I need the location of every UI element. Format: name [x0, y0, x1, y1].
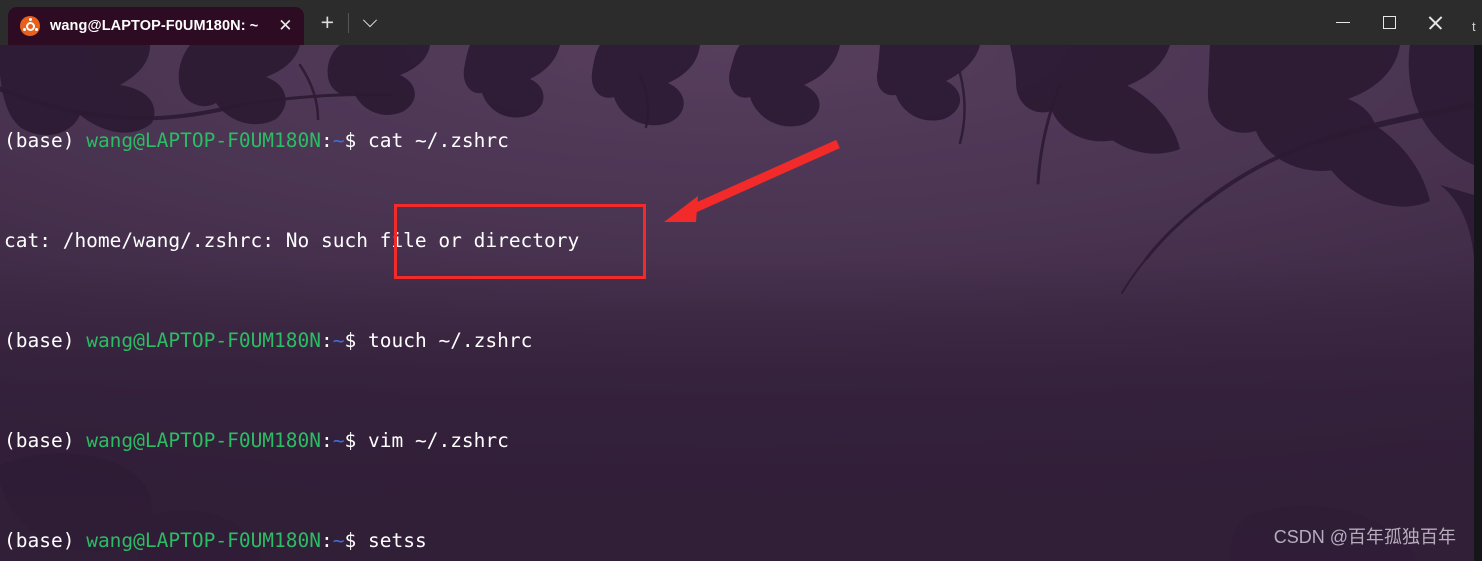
prompt-env: (base) — [4, 329, 75, 352]
prompt-path: ~ — [332, 529, 345, 552]
prompt-path: ~ — [332, 129, 345, 152]
prompt-user-host: wang@LAPTOP-F0UM180N — [86, 429, 322, 452]
tab-strip: wang@LAPTOP-F0UM180N: ~ ✕ — [0, 0, 305, 45]
prompt-env: (base) — [4, 429, 75, 452]
maximize-button[interactable] — [1366, 0, 1412, 45]
new-tab-button[interactable]: + — [310, 6, 344, 40]
terminal-line: (base) wang@LAPTOP-F0UM180N:~$ vim ~/.zs… — [4, 428, 1474, 453]
terminal-line: (base) wang@LAPTOP-F0UM180N:~$ setss — [4, 528, 1474, 553]
prompt-env: (base) — [4, 129, 75, 152]
minimize-icon — [1336, 21, 1350, 24]
terminal-line: (base) wang@LAPTOP-F0UM180N:~$ cat ~/.zs… — [4, 128, 1474, 153]
prompt-colon: : — [321, 129, 333, 152]
terminal-command: setss — [368, 529, 427, 552]
close-window-button[interactable] — [1412, 0, 1458, 45]
prompt-user-host: wang@LAPTOP-F0UM180N — [86, 329, 322, 352]
terminal-surface[interactable]: (base) wang@LAPTOP-F0UM180N:~$ cat ~/.zs… — [0, 45, 1474, 561]
prompt-sigil: $ — [344, 429, 357, 452]
prompt-user-host: wang@LAPTOP-F0UM180N — [86, 529, 322, 552]
prompt-colon: : — [321, 429, 333, 452]
red-rectangle-highlight — [394, 204, 646, 279]
prompt-path: ~ — [332, 429, 345, 452]
terminal-tab[interactable]: wang@LAPTOP-F0UM180N: ~ ✕ — [8, 7, 305, 45]
terminal-command: cat ~/.zshrc — [368, 129, 509, 152]
maximize-icon — [1382, 16, 1396, 29]
terminal-command: touch ~/.zshrc — [368, 329, 533, 352]
prompt-user-host: wang@LAPTOP-F0UM180N — [86, 129, 322, 152]
watermark: CSDN @百年孤独百年 — [1273, 527, 1456, 547]
terminal-line: (base) wang@LAPTOP-F0UM180N:~$ touch ~/.… — [4, 328, 1474, 353]
terminal-output: (base) wang@LAPTOP-F0UM180N:~$ cat ~/.zs… — [0, 45, 1474, 561]
window-title-bar: wang@LAPTOP-F0UM180N: ~ ✕ + — [0, 0, 1482, 45]
window-controls — [1320, 0, 1458, 45]
edge-artifact-text: t — [1472, 20, 1476, 33]
tab-bar-actions: + — [310, 0, 387, 45]
terminal-line: cat: /home/wang/.zshrc: No such file or … — [4, 228, 1474, 253]
minimize-button[interactable] — [1320, 0, 1366, 45]
toolbar-divider — [348, 12, 350, 33]
prompt-colon: : — [321, 329, 333, 352]
prompt-env: (base) — [4, 529, 75, 552]
prompt-sigil: $ — [344, 129, 357, 152]
prompt-path: ~ — [332, 329, 345, 352]
terminal-command: vim ~/.zshrc — [368, 429, 509, 452]
chevron-down-glyph — [363, 12, 378, 27]
prompt-sigil: $ — [344, 329, 357, 352]
chevron-down-icon[interactable] — [353, 6, 387, 40]
prompt-sigil: $ — [344, 529, 357, 552]
window-right-edge-strip — [1474, 45, 1482, 561]
close-icon — [1427, 15, 1443, 31]
terminal-window: wang@LAPTOP-F0UM180N: ~ ✕ + t (base) wan… — [0, 0, 1482, 561]
prompt-colon: : — [321, 529, 333, 552]
tab-close-icon[interactable]: ✕ — [272, 13, 298, 39]
ubuntu-icon — [20, 16, 40, 36]
tab-title: wang@LAPTOP-F0UM180N: ~ — [50, 18, 259, 34]
